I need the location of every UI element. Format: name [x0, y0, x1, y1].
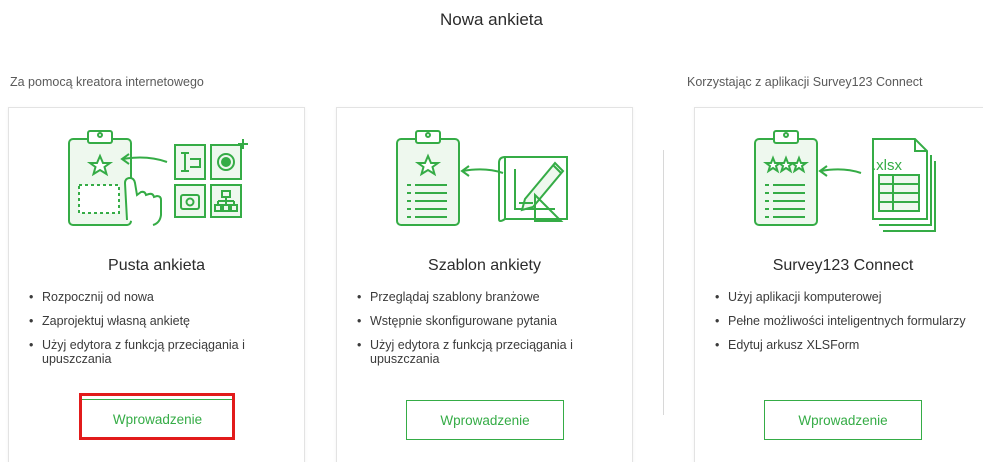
section-label-web: Za pomocą kreatora internetowego [10, 75, 204, 89]
list-item: Przeglądaj szablony branżowe [357, 290, 618, 304]
list-item: Wstępnie skonfigurowane pytania [357, 314, 618, 328]
section-divider [663, 150, 664, 415]
section-label-connect: Korzystając z aplikacji Survey123 Connec… [687, 75, 923, 89]
feature-list: Rozpocznij od nowa Zaprojektuj własną an… [29, 290, 290, 376]
card-title: Pusta ankieta [108, 257, 205, 274]
xlsform-icon: .xlsx [695, 125, 983, 235]
blank-survey-start-button[interactable]: Wprowadzenie [80, 399, 235, 439]
list-item: Użyj edytora z funkcją przeciągania i up… [357, 338, 618, 366]
feature-list: Użyj aplikacji komputerowej Pełne możliw… [715, 290, 977, 362]
list-item: Użyj aplikacji komputerowej [715, 290, 977, 304]
survey-template-icon [337, 125, 632, 235]
card-blank-survey: Pusta ankieta Rozpocznij od nowa Zaproje… [8, 107, 305, 462]
list-item: Użyj edytora z funkcją przeciągania i up… [29, 338, 290, 366]
card-title: Survey123 Connect [772, 257, 914, 274]
feature-list: Przeglądaj szablony branżowe Wstępnie sk… [357, 290, 618, 376]
list-item: Rozpocznij od nowa [29, 290, 290, 304]
list-item: Zaprojektuj własną ankietę [29, 314, 290, 328]
page-title: Nowa ankieta [439, 10, 543, 29]
card-survey123-connect: .xlsx Survey123 Connect Użyj aplikacji k… [694, 107, 983, 462]
card-title: Szablon ankiety [428, 257, 541, 274]
card-survey-template: Szablon ankiety Przeglądaj szablony bran… [336, 107, 633, 462]
xlsx-label: .xlsx [872, 157, 902, 174]
blank-survey-icon [9, 125, 304, 235]
survey-template-start-button[interactable]: Wprowadzenie [406, 400, 564, 440]
survey123-connect-start-button[interactable]: Wprowadzenie [764, 400, 922, 440]
list-item: Pełne możliwości inteligentnych formular… [715, 314, 977, 328]
list-item: Edytuj arkusz XLSForm [715, 338, 977, 352]
